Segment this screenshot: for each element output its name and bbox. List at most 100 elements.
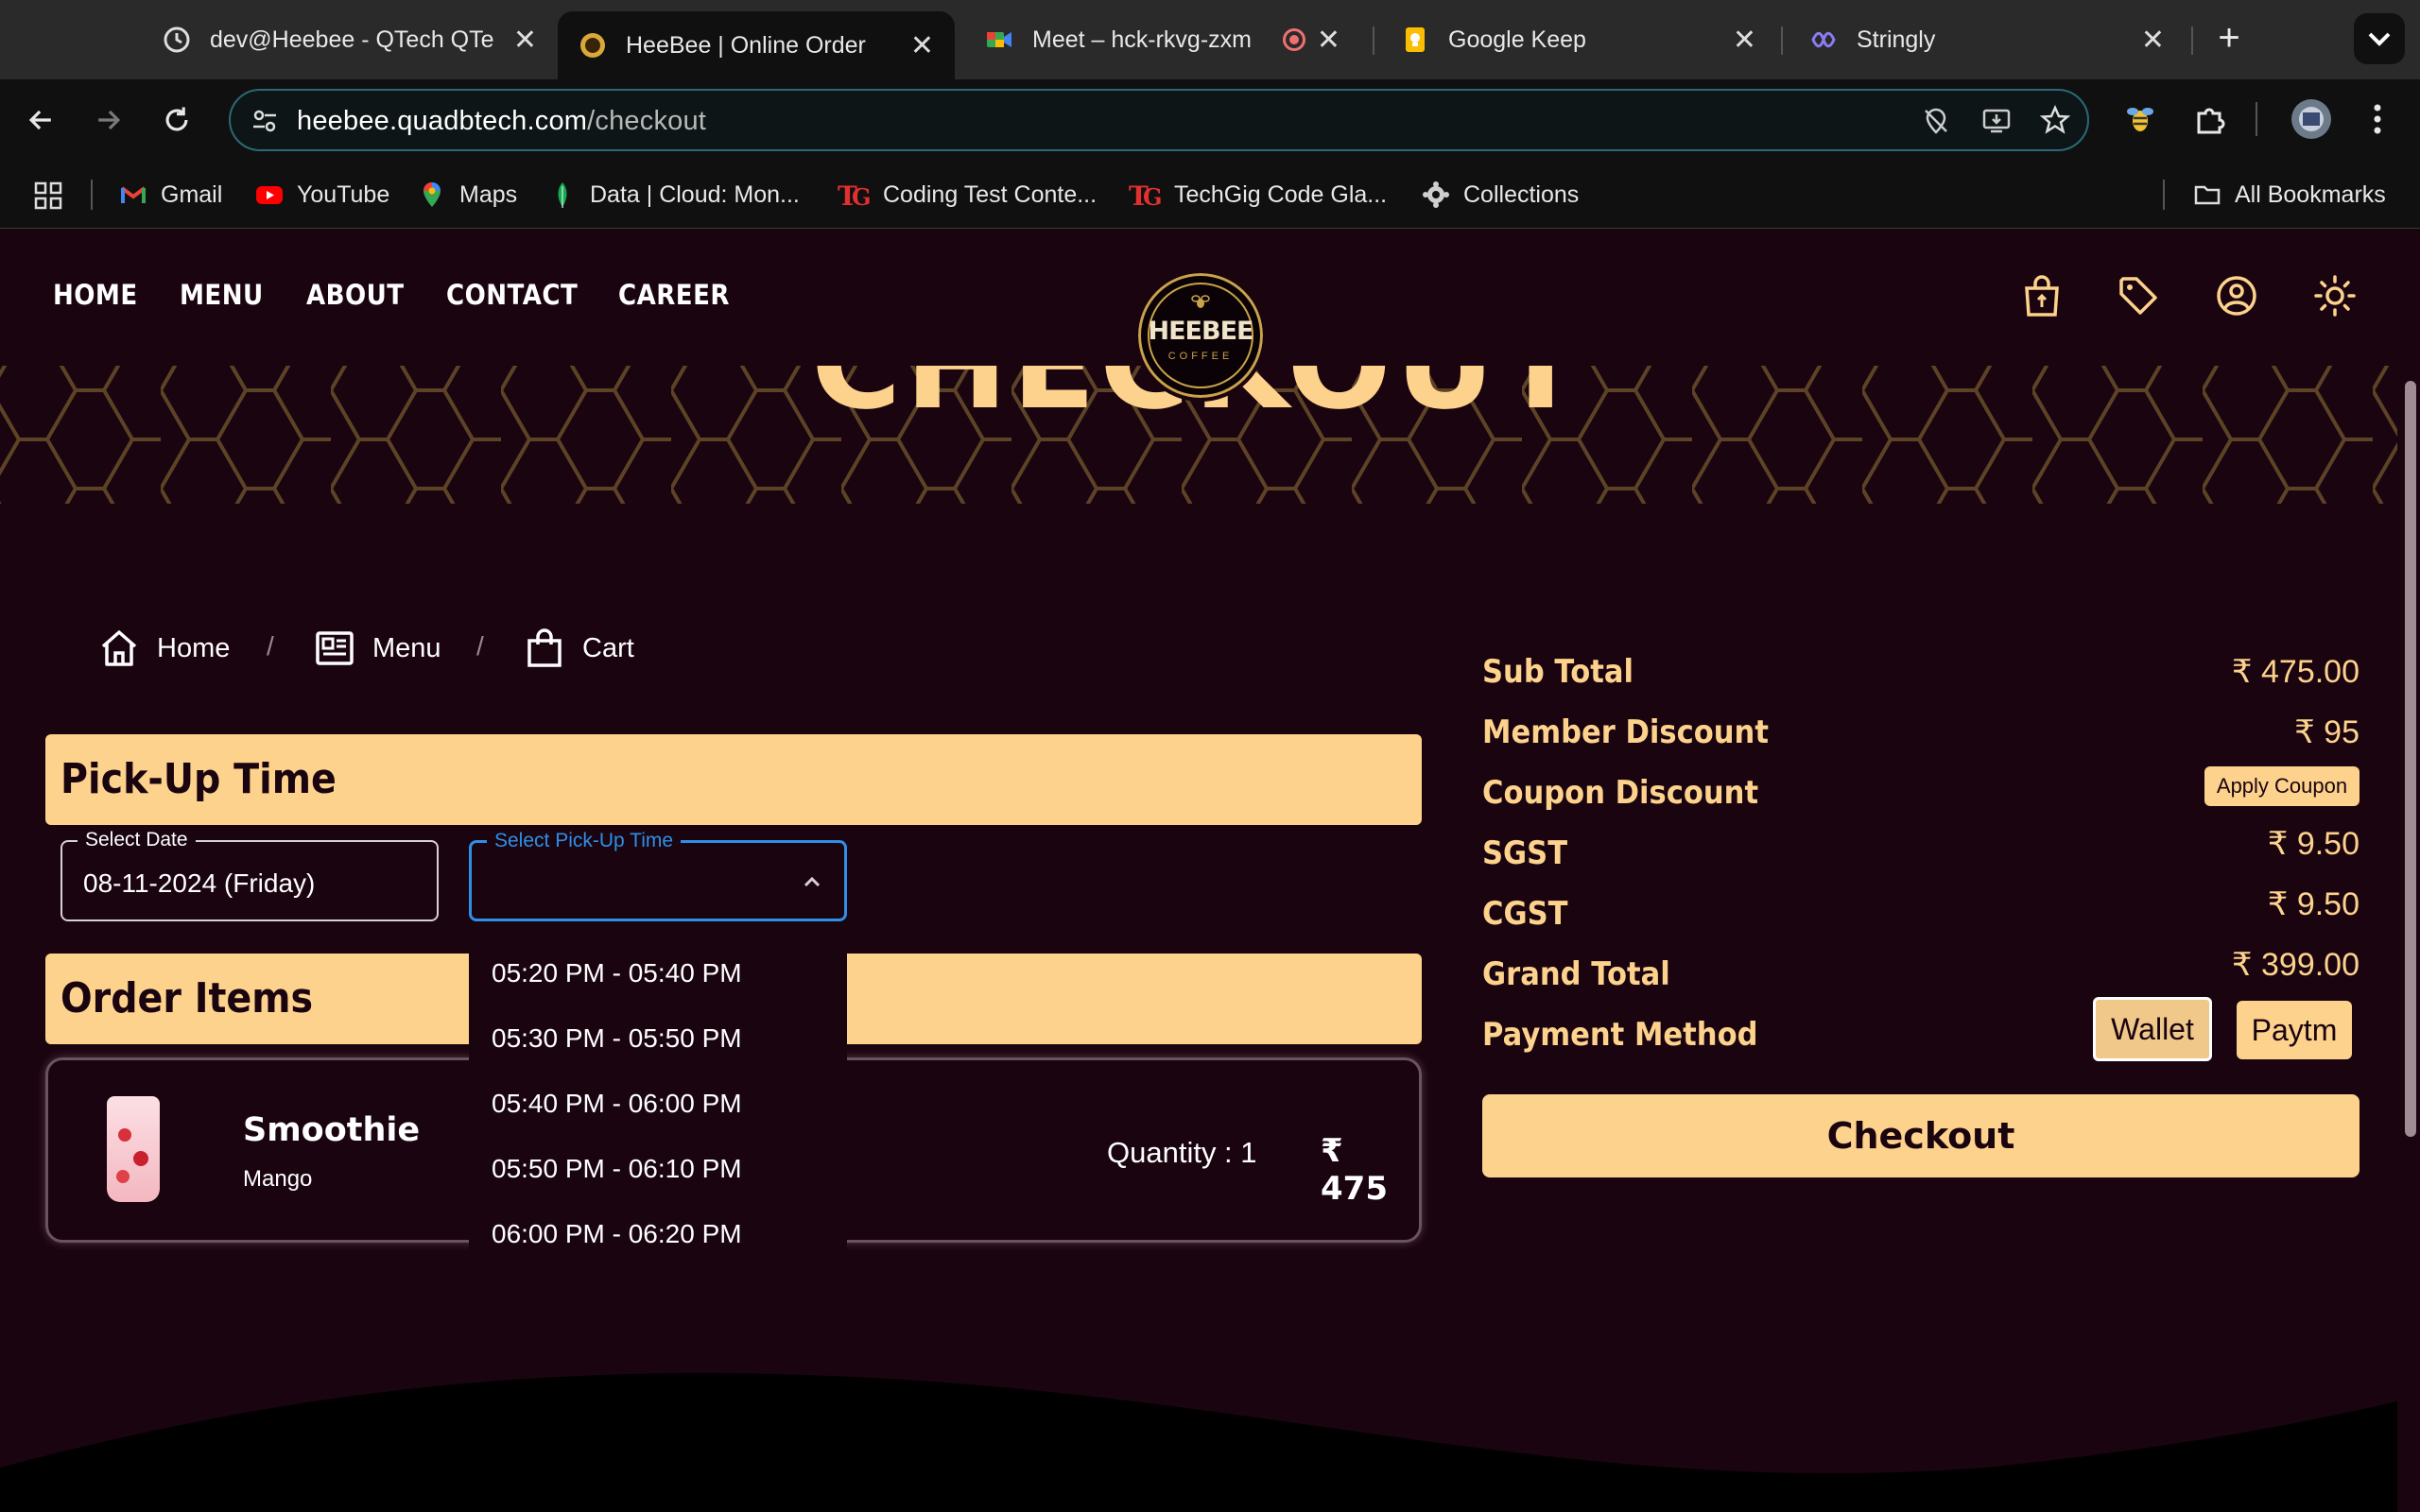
pickup-time-option[interactable]: 05:30 PM - 05:50 PM bbox=[492, 1023, 742, 1054]
breadcrumb-label: Menu bbox=[372, 632, 441, 663]
tab-heebee-online-order[interactable]: HeeBee | Online Order ✕ bbox=[558, 11, 955, 79]
site-settings-icon[interactable] bbox=[250, 106, 280, 136]
select-pickup-time-field[interactable]: Select Pick-Up Time bbox=[469, 830, 847, 921]
mongodb-icon bbox=[558, 182, 567, 208]
youtube-icon bbox=[256, 186, 283, 204]
bee-icon bbox=[1191, 295, 1210, 308]
bookmark-label: Coding Test Conte... bbox=[883, 180, 1098, 208]
close-tab-icon[interactable]: ✕ bbox=[1317, 24, 1340, 57]
new-tab-button[interactable]: + bbox=[2210, 19, 2248, 57]
webpage: CHECKOUT HOME MENU ABOUT CONTACT CAREER … bbox=[0, 230, 2397, 1512]
pickup-time-title: Pick-Up Time bbox=[60, 755, 337, 803]
tab-dev-heebee[interactable]: dev@Heebee - QTech QTe ✕ bbox=[142, 11, 558, 68]
pickup-time-option[interactable]: 05:50 PM - 06:10 PM bbox=[492, 1154, 742, 1184]
close-tab-icon[interactable]: ✕ bbox=[513, 24, 537, 57]
back-button[interactable] bbox=[17, 96, 64, 144]
svg-text:G: G bbox=[852, 183, 870, 209]
address-bar[interactable]: heebee.quadbtech.com/checkout bbox=[229, 89, 2089, 151]
tab-search-button[interactable] bbox=[2354, 13, 2405, 64]
bookmark-youtube[interactable]: YouTube bbox=[255, 178, 389, 212]
logo-subtext: COFFEE bbox=[1167, 351, 1234, 362]
footer-wave-decoration bbox=[0, 1373, 2397, 1512]
checkout-button[interactable]: Checkout bbox=[1482, 1094, 2360, 1177]
shopping-bag-icon[interactable] bbox=[2021, 273, 2063, 318]
reload-button[interactable] bbox=[153, 96, 200, 144]
bookmark-label: All Bookmarks bbox=[2235, 180, 2386, 208]
profile-avatar[interactable] bbox=[2291, 99, 2331, 139]
sun-theme-icon[interactable] bbox=[2314, 275, 2356, 317]
close-tab-icon[interactable]: ✕ bbox=[1733, 24, 1756, 57]
close-tab-icon[interactable]: ✕ bbox=[910, 29, 934, 62]
bookmark-techgig[interactable]: TG TechGig Code Gla... bbox=[1129, 178, 1387, 212]
breadcrumb-label: Home bbox=[157, 632, 231, 663]
breadcrumb-separator: / bbox=[267, 631, 274, 661]
payment-paytm-button[interactable]: Paytm bbox=[2237, 1001, 2352, 1059]
bookmark-label: Collections bbox=[1463, 180, 1580, 208]
bookmark-coding-test[interactable]: TG Coding Test Conte... bbox=[838, 178, 1097, 212]
price-tag-icon[interactable] bbox=[2118, 275, 2159, 317]
order-items-title: Order Items bbox=[60, 974, 314, 1022]
breadcrumb-menu[interactable]: Menu bbox=[314, 625, 441, 672]
techgig-icon: TG bbox=[1129, 180, 1161, 209]
nav-career[interactable]: CAREER bbox=[618, 279, 730, 311]
nav-home[interactable]: HOME bbox=[53, 279, 138, 311]
tab-label: Stringly bbox=[1857, 26, 1936, 53]
bookmark-maps[interactable]: Maps bbox=[418, 178, 517, 212]
bookmark-mongodb[interactable]: Data | Cloud: Mon... bbox=[548, 178, 800, 212]
tab-separator bbox=[1781, 26, 1783, 55]
google-meet-icon bbox=[987, 32, 1011, 47]
item-price: ₹ 475 bbox=[1321, 1132, 1388, 1208]
nav-contact[interactable]: CONTACT bbox=[446, 279, 578, 311]
pickup-time-option[interactable]: 05:40 PM - 06:00 PM bbox=[492, 1089, 742, 1119]
browser-menu-button[interactable] bbox=[2363, 98, 2392, 140]
nav-about[interactable]: ABOUT bbox=[306, 279, 405, 311]
sgst-value: ₹ 9.50 bbox=[2267, 826, 2360, 862]
grand-total-value: ₹ 399.00 bbox=[2231, 947, 2360, 983]
reload-icon bbox=[165, 107, 188, 131]
heebee-logo[interactable]: HEEBEE COFFEE bbox=[1134, 269, 1267, 402]
forward-button[interactable] bbox=[85, 96, 132, 144]
maps-icon bbox=[424, 182, 441, 207]
nav-menu[interactable]: MENU bbox=[180, 279, 264, 311]
breadcrumb-cart[interactable]: Cart bbox=[524, 625, 634, 672]
menu-card-icon bbox=[316, 631, 354, 665]
tab-stringly[interactable]: Stringly ✕ bbox=[1789, 11, 2186, 68]
extension-bee-icon[interactable] bbox=[2123, 102, 2157, 136]
close-tab-icon[interactable]: ✕ bbox=[2141, 24, 2165, 57]
bookmark-collections[interactable]: Collections bbox=[1422, 178, 1579, 212]
select-date-value: 08-11-2024 (Friday) bbox=[83, 868, 316, 898]
extensions-puzzle-icon[interactable] bbox=[2193, 102, 2227, 136]
techgig-icon: TG bbox=[838, 180, 870, 209]
all-bookmarks-button[interactable]: All Bookmarks bbox=[2193, 178, 2386, 212]
tab-google-keep[interactable]: Google Keep ✕ bbox=[1380, 11, 1777, 68]
location-off-icon[interactable] bbox=[1921, 106, 1951, 136]
apps-grid-icon[interactable] bbox=[34, 181, 62, 210]
sub-total-value: ₹ 475.00 bbox=[2231, 654, 2360, 690]
url-path: /checkout bbox=[587, 106, 707, 136]
bookmarks-bar: Gmail YouTube Maps Data | Cloud: Mon... … bbox=[0, 161, 2420, 229]
tab-label: HeeBee | Online Order bbox=[626, 31, 866, 59]
select-date-field[interactable]: Select Date 08-11-2024 (Friday) bbox=[60, 829, 439, 921]
sub-total-label: Sub Total bbox=[1482, 653, 1634, 691]
user-account-icon[interactable] bbox=[2216, 275, 2257, 317]
breadcrumb-home[interactable]: Home bbox=[98, 625, 230, 672]
cgst-label: CGST bbox=[1482, 895, 1568, 933]
google-keep-icon bbox=[1406, 27, 1425, 52]
scrollbar-thumb[interactable] bbox=[2405, 381, 2416, 1137]
bookmark-star-icon[interactable] bbox=[2040, 105, 2070, 135]
sgst-label: SGST bbox=[1482, 834, 1568, 872]
bookmark-separator bbox=[2163, 180, 2165, 210]
toolbar-separator bbox=[2256, 102, 2257, 136]
install-app-icon[interactable] bbox=[1981, 106, 2012, 136]
page-scrollbar[interactable] bbox=[2397, 230, 2420, 1512]
smoothie-image bbox=[107, 1096, 160, 1202]
bookmark-gmail[interactable]: Gmail bbox=[119, 178, 222, 212]
chevron-up-icon[interactable] bbox=[801, 871, 823, 894]
tab-google-meet[interactable]: Meet – hck-rkvg-zxm ✕ bbox=[964, 11, 1361, 68]
pickup-time-dropdown: 05:20 PM - 05:40 PM 05:30 PM - 05:50 PM … bbox=[469, 937, 847, 1263]
pickup-time-option[interactable]: 05:20 PM - 05:40 PM bbox=[492, 958, 742, 988]
payment-wallet-button[interactable]: Wallet bbox=[2093, 997, 2212, 1061]
chevron-down-icon bbox=[2368, 32, 2391, 46]
apply-coupon-button[interactable]: Apply Coupon bbox=[2204, 766, 2360, 806]
pickup-time-option[interactable]: 06:00 PM - 06:20 PM bbox=[492, 1219, 742, 1249]
